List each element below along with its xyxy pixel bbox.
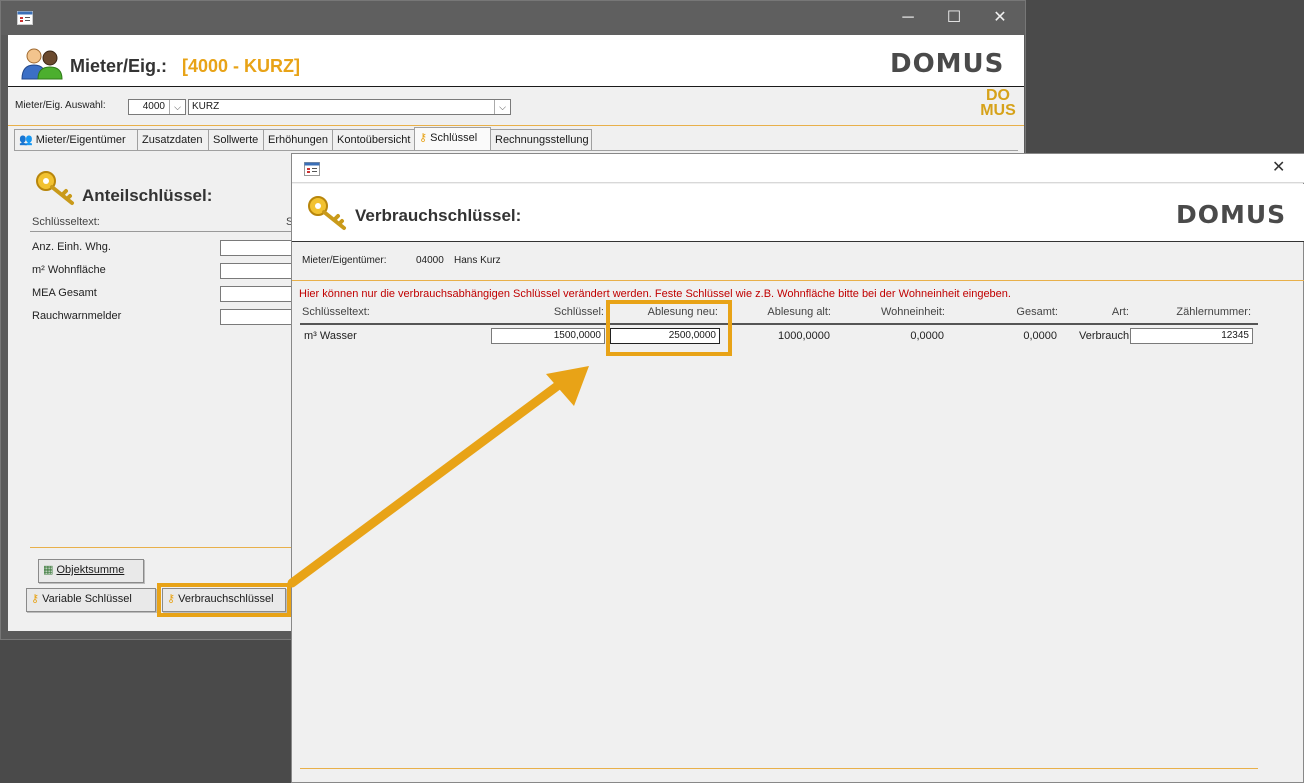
callout-arrow (287, 366, 589, 588)
